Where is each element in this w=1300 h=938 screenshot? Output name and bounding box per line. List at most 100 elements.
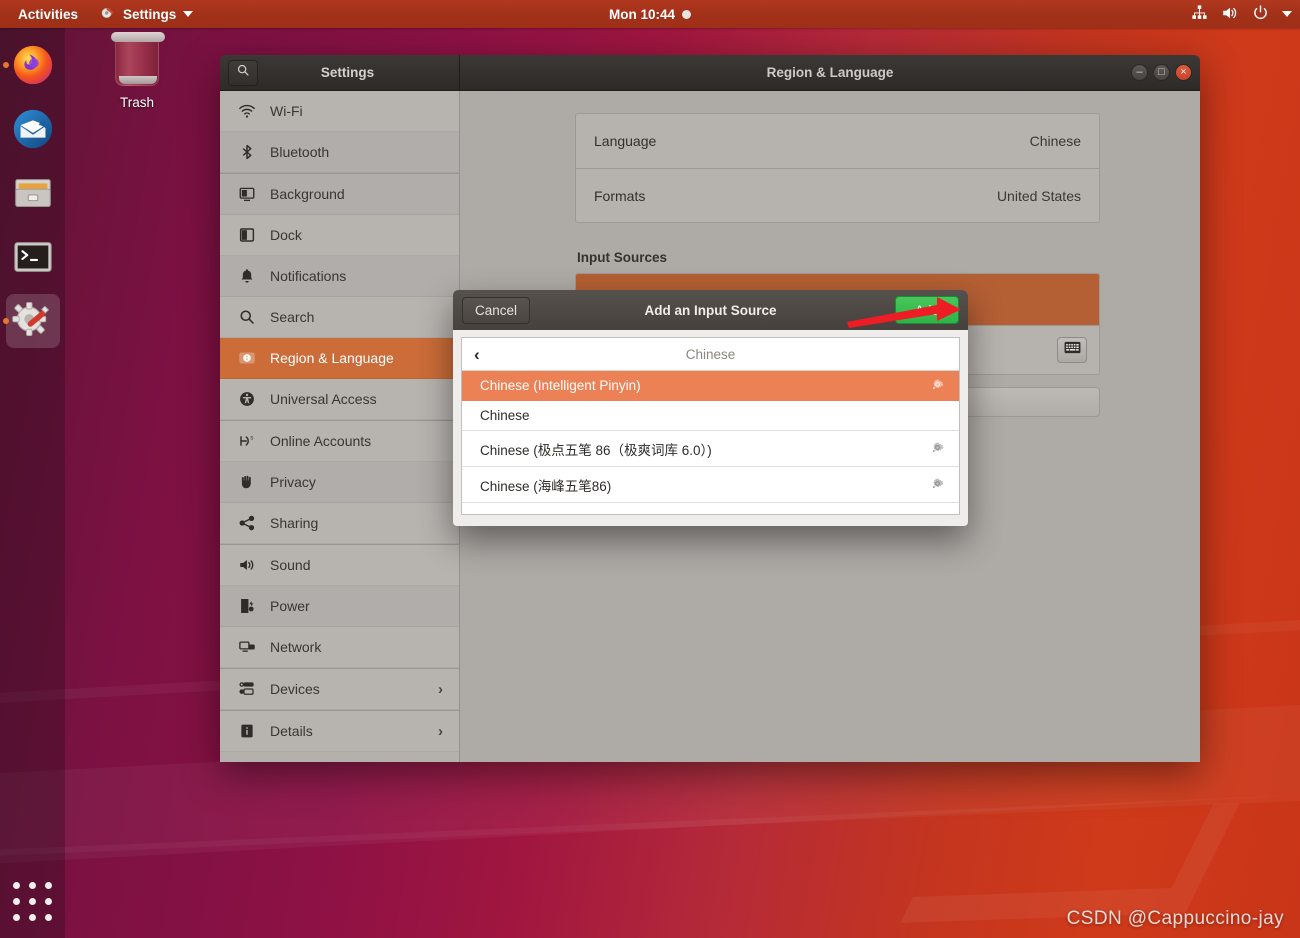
apps-grid-dot [13, 913, 20, 921]
activities-button[interactable]: Activities [10, 3, 86, 26]
search-icon [238, 308, 256, 326]
sidebar-item-sharing[interactable]: Sharing [220, 503, 459, 544]
dock-icon [238, 226, 256, 244]
sidebar-item-online-accounts[interactable]: s Online Accounts [220, 421, 459, 462]
trash-base [119, 76, 157, 84]
notification-dot-icon [682, 9, 692, 19]
wifi-icon [238, 102, 256, 120]
apps-grid-dot [13, 881, 20, 889]
apps-grid-dot [29, 913, 36, 921]
sidebar-title: Settings [320, 65, 375, 80]
sidebar-item-universal-access[interactable]: Universal Access [220, 379, 459, 420]
details-info-icon [238, 722, 256, 740]
trash-can-icon [111, 32, 165, 86]
sidebar-item-label: Notifications [270, 268, 347, 284]
selected-language-label: Chinese [685, 346, 736, 362]
bluetooth-icon [238, 143, 256, 161]
dock-item-settings[interactable] [2, 294, 60, 348]
sidebar-item-label: Region & Language [270, 350, 394, 366]
gear-icon[interactable] [930, 440, 945, 458]
apps-grid-dot [13, 897, 20, 905]
power-icon[interactable] [1252, 4, 1269, 24]
keyboard-layout-button[interactable] [1057, 337, 1087, 363]
row-formats[interactable]: Formats United States [576, 168, 1099, 222]
sidebar-item-devices[interactable]: Devices › [220, 669, 459, 710]
sidebar-item-label: Online Accounts [270, 433, 372, 449]
firefox-icon [10, 42, 56, 88]
page-title: Region & Language [766, 65, 894, 80]
maximize-button[interactable]: □ [1153, 64, 1170, 81]
dialog-header: Cancel Add an Input Source Add [453, 290, 968, 330]
apps-grid-dot [45, 913, 52, 921]
row-label: Language [594, 133, 657, 149]
trash-lid [111, 32, 165, 42]
sidebar-item-sound[interactable]: Sound [220, 545, 459, 586]
apps-grid-dot [29, 881, 36, 889]
chevron-right-icon: › [438, 680, 443, 698]
network-icon[interactable] [1191, 4, 1208, 24]
row-value: United States [996, 187, 1081, 204]
status-menu[interactable] [1191, 4, 1292, 25]
sidebar-item-label: Dock [270, 227, 302, 243]
sidebar-item-privacy[interactable]: Privacy [220, 462, 459, 503]
sidebar-item-search[interactable]: Search [220, 297, 459, 338]
gear-icon[interactable] [930, 377, 945, 395]
apps-grid-dot [45, 881, 52, 889]
launcher-dock [0, 28, 65, 938]
trash-label: Trash [119, 95, 154, 110]
input-source-option[interactable]: Chinese (海峰五笔86) [462, 467, 959, 503]
input-source-label: Chinese (海峰五笔86) [480, 478, 612, 494]
dock-item-firefox[interactable] [2, 38, 60, 92]
accessibility-icon [238, 390, 256, 408]
clock-label: Mon 10:44 [608, 6, 676, 22]
row-label: Formats [594, 187, 646, 204]
status-caret-down-icon[interactable] [1282, 11, 1292, 17]
sidebar-item-network[interactable]: Network [220, 627, 459, 668]
app-menu-label: Settings [123, 6, 177, 22]
desktop-icon-trash[interactable]: Trash [100, 32, 174, 110]
input-source-label: Chinese [480, 408, 530, 423]
search-icon [236, 63, 250, 82]
sidebar-item-dock[interactable]: Dock [220, 215, 459, 256]
minimize-button[interactable]: – [1131, 64, 1148, 81]
search-button[interactable] [228, 59, 258, 86]
running-indicator [2, 62, 9, 68]
show-applications-button[interactable] [10, 878, 56, 924]
settings-sidebar: Wi-Fi Bluetooth Background Dock Notifica… [220, 91, 460, 762]
dock-item-files[interactable] [6, 166, 60, 220]
sidebar-item-details[interactable]: Details › [220, 711, 459, 752]
input-source-option[interactable]: Chinese (Intelligent Pinyin) [462, 371, 959, 401]
sidebar-item-power[interactable]: Power [220, 586, 459, 627]
row-language[interactable]: Language Chinese [576, 114, 1099, 168]
volume-icon[interactable] [1221, 4, 1239, 25]
add-button[interactable]: Add [894, 296, 959, 324]
input-source-option[interactable]: Chinese [462, 401, 959, 431]
clock-button[interactable]: Mon 10:44 [608, 6, 692, 22]
caret-down-icon [183, 11, 194, 17]
close-button[interactable]: × [1175, 64, 1192, 81]
input-source-option[interactable]: Chinese (极点五笔 86（极爽词库 6.0）) [462, 431, 959, 467]
app-menu-button[interactable]: Settings [92, 1, 201, 28]
terminal-icon [10, 234, 56, 280]
input-sources-heading: Input Sources [577, 250, 668, 265]
sidebar-item-label: Details [270, 723, 313, 739]
cancel-button[interactable]: Cancel [462, 296, 531, 324]
power-battery-icon [238, 597, 256, 615]
sidebar-item-label: Background [270, 186, 345, 202]
list-items-container: Chinese (Intelligent Pinyin) Chinese Chin… [462, 371, 959, 503]
dock-item-terminal[interactable] [6, 230, 60, 284]
network-icon [238, 638, 256, 656]
bell-icon [238, 267, 256, 285]
online-accounts-icon: s [238, 432, 256, 450]
dock-item-thunderbird[interactable] [6, 102, 60, 156]
gear-icon[interactable] [930, 476, 945, 494]
sidebar-item-wi-fi[interactable]: Wi-Fi [220, 91, 459, 132]
sidebar-item-region-language[interactable]: Region & Language [220, 338, 459, 379]
sidebar-item-label: Sound [270, 557, 311, 573]
sidebar-item-notifications[interactable]: Notifications [220, 256, 459, 297]
devices-icon [238, 680, 256, 698]
input-source-list: ‹ Chinese Chinese (Intelligent Pinyin) C… [461, 337, 960, 515]
sidebar-item-bluetooth[interactable]: Bluetooth [220, 132, 459, 173]
svg-text:s: s [250, 436, 253, 442]
sidebar-item-background[interactable]: Background [220, 174, 459, 215]
